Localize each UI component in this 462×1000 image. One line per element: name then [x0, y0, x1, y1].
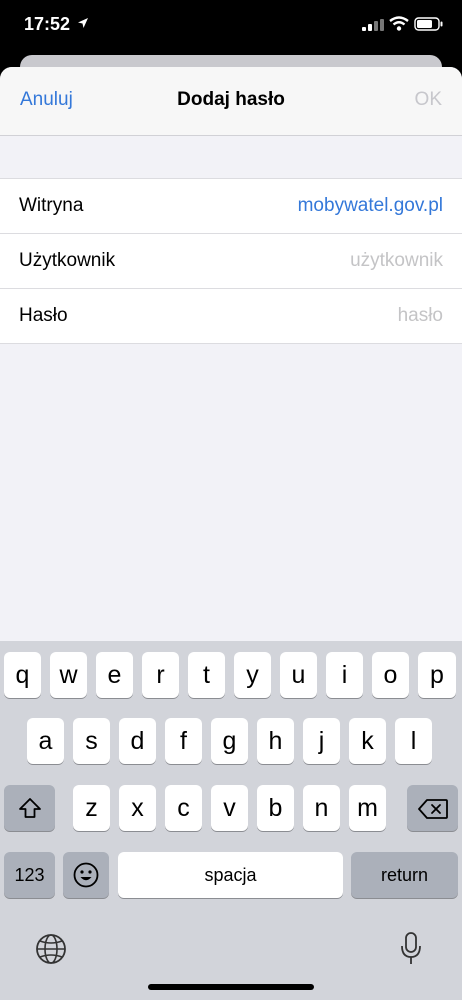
ok-button[interactable]: OK [415, 89, 442, 111]
emoji-icon [73, 862, 99, 888]
globe-icon[interactable] [35, 933, 67, 965]
return-key[interactable]: return [351, 852, 458, 898]
password-row[interactable]: Hasło hasło [0, 288, 462, 343]
wifi-icon [389, 16, 409, 31]
key-d[interactable]: d [119, 718, 156, 764]
status-time: 17:52 [24, 14, 71, 34]
numbers-key[interactable]: 123 [4, 852, 55, 898]
key-o[interactable]: o [372, 652, 409, 698]
key-p[interactable]: p [418, 652, 456, 698]
key-t[interactable]: t [188, 652, 225, 698]
key-v[interactable]: v [211, 785, 248, 831]
username-field[interactable]: użytkownik [350, 250, 443, 272]
backspace-key[interactable] [407, 785, 458, 831]
key-m[interactable]: m [349, 785, 386, 831]
backspace-icon [418, 799, 448, 819]
key-c[interactable]: c [165, 785, 202, 831]
shift-key[interactable] [4, 785, 55, 831]
key-n[interactable]: n [303, 785, 340, 831]
password-label: Hasło [19, 305, 68, 326]
key-q[interactable]: q [4, 652, 41, 698]
key-l[interactable]: l [395, 718, 432, 764]
key-w[interactable]: w [50, 652, 87, 698]
key-e[interactable]: e [96, 652, 133, 698]
key-f[interactable]: f [165, 718, 202, 764]
key-k[interactable]: k [349, 718, 386, 764]
home-indicator [148, 984, 314, 990]
microphone-icon[interactable] [400, 931, 422, 967]
location-arrow-icon [78, 18, 88, 28]
key-z[interactable]: z [73, 785, 110, 831]
key-h[interactable]: h [257, 718, 294, 764]
key-g[interactable]: g [211, 718, 248, 764]
username-row[interactable]: Użytkownik użytkownik [0, 233, 462, 288]
key-r[interactable]: r [142, 652, 179, 698]
navigation-bar: Dodaj hasło Anuluj OK [0, 67, 462, 136]
keyboard: q w e r t y u i o p a s d f g h j k l z … [0, 641, 462, 1000]
key-u[interactable]: u [280, 652, 317, 698]
password-field[interactable]: hasło [398, 305, 443, 327]
username-label: Użytkownik [19, 250, 116, 271]
key-a[interactable]: a [27, 718, 64, 764]
key-s[interactable]: s [73, 718, 110, 764]
credentials-form: Witryna mobywatel.gov.pl Użytkownik użyt… [0, 178, 462, 344]
key-x[interactable]: x [119, 785, 156, 831]
shift-icon [19, 798, 41, 818]
website-row[interactable]: Witryna mobywatel.gov.pl [0, 179, 462, 233]
cancel-button[interactable]: Anuluj [20, 89, 73, 111]
key-y[interactable]: y [234, 652, 271, 698]
key-j[interactable]: j [303, 718, 340, 764]
space-key[interactable]: spacja [118, 852, 343, 898]
key-i[interactable]: i [326, 652, 363, 698]
website-field[interactable]: mobywatel.gov.pl [298, 195, 443, 217]
signal-icon [362, 19, 384, 31]
key-b[interactable]: b [257, 785, 294, 831]
battery-icon [414, 17, 443, 31]
emoji-key[interactable] [63, 852, 109, 898]
website-label: Witryna [19, 195, 84, 216]
